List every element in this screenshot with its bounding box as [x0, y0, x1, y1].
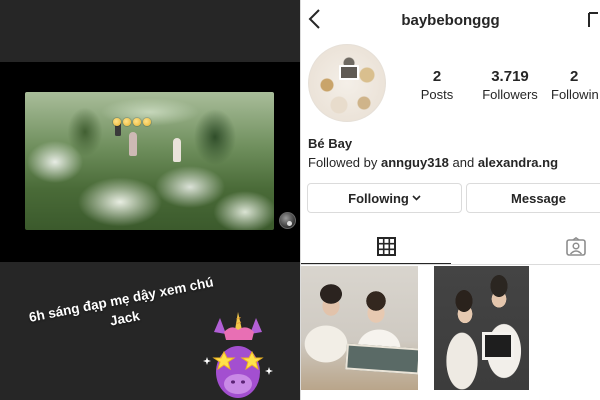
- story-panel: 6h sáng đạp mẹ dậy xem chú Jack: [0, 0, 300, 400]
- follower-link[interactable]: annguy318: [381, 155, 449, 170]
- chevron-down-icon: [412, 195, 421, 201]
- emoji-icon: [133, 118, 141, 126]
- profile-panel: baybebonggg 2 Posts 3.719 Followers 2 Fo…: [301, 0, 600, 400]
- stat-posts[interactable]: 2 Posts: [397, 68, 477, 102]
- message-button-label: Message: [511, 190, 566, 206]
- reaction-emojis: [113, 118, 151, 126]
- following-button[interactable]: Following: [307, 183, 462, 213]
- post-frame-prop: [482, 332, 514, 360]
- stat-label: Followers: [482, 87, 538, 102]
- post-book-prop: [345, 343, 418, 375]
- tabs-divider: [301, 264, 600, 265]
- emoji-icon: [113, 118, 121, 126]
- emoji-icon: [143, 118, 151, 126]
- following-button-label: Following: [348, 190, 409, 206]
- bookmark-icon[interactable]: [588, 12, 598, 28]
- stat-label: Followin: [551, 87, 599, 102]
- grid-icon[interactable]: [377, 237, 396, 256]
- stat-value: 2: [570, 68, 579, 85]
- tagged-icon[interactable]: [566, 237, 586, 256]
- stat-label: Posts: [420, 87, 454, 102]
- followed-by-and: and: [448, 155, 478, 170]
- profile-display-name: Bé Bay: [308, 136, 353, 151]
- followed-by-prefix: Followed by: [308, 155, 381, 170]
- story-caption: 6h sáng đạp mẹ dậy xem chú Jack: [27, 274, 215, 329]
- story-photo: [25, 92, 274, 230]
- post-thumbnail[interactable]: [301, 266, 418, 390]
- avatar-frame: [339, 65, 359, 80]
- emoji-icon: [123, 118, 131, 126]
- stat-value: 2: [432, 68, 442, 85]
- profile-avatar[interactable]: [308, 44, 386, 122]
- profile-username: baybebonggg: [401, 12, 500, 29]
- follower-link[interactable]: alexandra.ng: [478, 155, 558, 170]
- scroll-handle[interactable]: [279, 212, 296, 229]
- stat-value: 3.719: [491, 68, 529, 85]
- followed-by-text: Followed by annguy318 and alexandra.ng: [308, 155, 558, 170]
- stat-following[interactable]: 2 Followin: [544, 68, 600, 102]
- stat-followers[interactable]: 3.719 Followers: [470, 68, 550, 102]
- person-figure: [173, 138, 181, 162]
- post-thumbnail[interactable]: [434, 266, 529, 390]
- message-button[interactable]: Message: [466, 183, 600, 213]
- person-figure: [129, 132, 137, 156]
- unicorn-sticker-icon: [203, 312, 273, 398]
